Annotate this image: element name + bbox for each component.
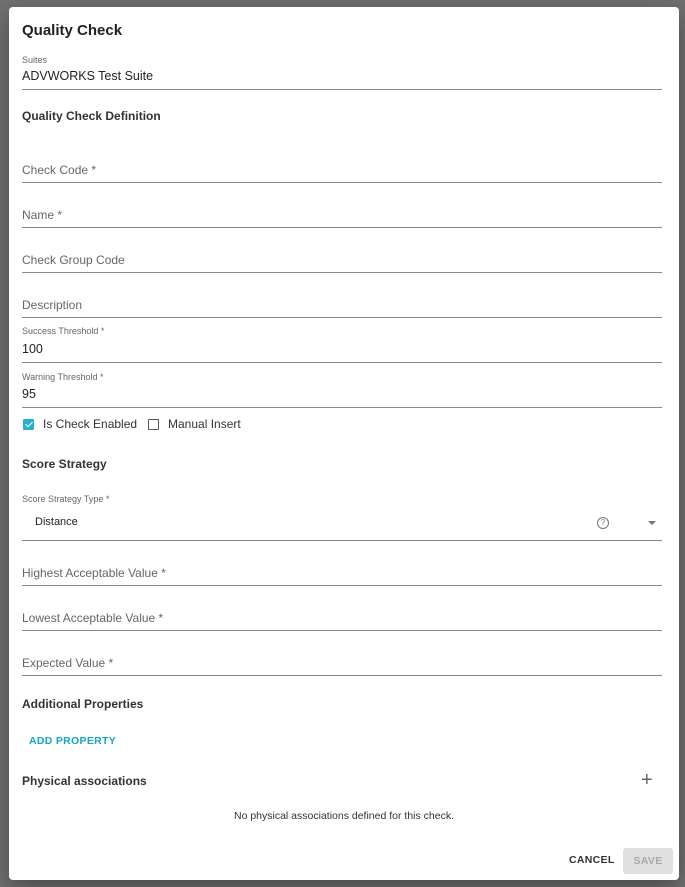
manual-insert-checkbox[interactable] — [148, 419, 159, 430]
is-check-enabled-checkbox[interactable] — [23, 419, 34, 430]
score-strategy-type-label: Score Strategy Type * — [22, 494, 110, 504]
manual-insert-label[interactable]: Manual Insert — [168, 417, 241, 431]
highest-acceptable-underline — [22, 585, 662, 586]
lowest-acceptable-underline — [22, 630, 662, 631]
name-placeholder: Name * — [22, 208, 63, 222]
score-strategy-type-underline — [22, 540, 662, 541]
description-placeholder: Description — [22, 298, 83, 312]
add-property-button[interactable]: ADD PROPERTY — [29, 735, 116, 747]
suites-underline — [22, 89, 662, 90]
check-code-placeholder: Check Code * — [22, 163, 97, 177]
definition-heading: Quality Check Definition — [22, 109, 161, 123]
check-group-code-underline — [22, 272, 662, 273]
score-strategy-heading: Score Strategy — [22, 457, 107, 471]
lowest-acceptable-placeholder: Lowest Acceptable Value * — [22, 611, 164, 625]
cancel-button[interactable]: CANCEL — [569, 854, 615, 866]
warning-threshold-value: 95 — [22, 387, 36, 401]
warning-threshold-label: Warning Threshold * — [22, 372, 104, 382]
suites-label: Suites — [22, 55, 48, 65]
help-circle-icon[interactable]: ? — [597, 517, 609, 529]
score-strategy-type-value: Distance — [35, 516, 78, 528]
quality-check-dialog: Quality Check Suites ADVWORKS Test Suite… — [9, 7, 679, 880]
plus-icon[interactable]: + — [641, 770, 653, 790]
is-check-enabled-label[interactable]: Is Check Enabled — [43, 417, 137, 431]
warning-threshold-underline — [22, 407, 662, 408]
dialog-title: Quality Check — [22, 22, 123, 39]
highest-acceptable-placeholder: Highest Acceptable Value * — [22, 566, 166, 580]
caret-down-icon[interactable] — [648, 521, 656, 525]
check-group-code-placeholder: Check Group Code — [22, 253, 125, 267]
description-underline — [22, 317, 662, 318]
expected-value-placeholder: Expected Value * — [22, 656, 114, 670]
expected-value-underline — [22, 675, 662, 676]
suites-value: ADVWORKS Test Suite — [22, 69, 154, 83]
name-underline — [22, 227, 662, 228]
physical-associations-heading: Physical associations — [22, 774, 147, 788]
additional-properties-heading: Additional Properties — [22, 697, 144, 711]
physical-associations-empty-text: No physical associations defined for thi… — [233, 810, 455, 822]
success-threshold-label: Success Threshold * — [22, 326, 105, 336]
success-threshold-underline — [22, 362, 662, 363]
success-threshold-value: 100 — [22, 342, 43, 356]
save-button[interactable]: SAVE — [623, 848, 673, 874]
check-code-underline — [22, 182, 662, 183]
